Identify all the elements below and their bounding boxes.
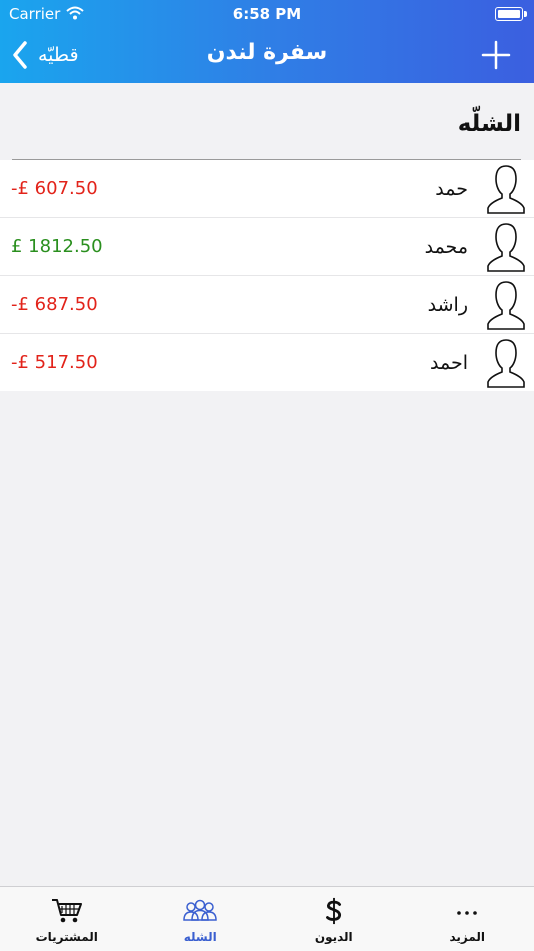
page-title: سفرة لندن <box>0 40 534 65</box>
nav-bar: قطيّه سفرة لندن <box>0 28 534 83</box>
member-row[interactable]: -£ 687.50 راشد <box>0 276 534 334</box>
more-dots-icon <box>455 897 479 925</box>
tab-bar: المشتريات الشله الديون المزيد <box>0 886 534 951</box>
group-icon <box>183 897 217 925</box>
header: Carrier 6:58 PM قطيّه سفرة لندن <box>0 0 534 83</box>
member-name: احمد <box>430 352 468 374</box>
person-icon <box>486 163 526 215</box>
member-row[interactable]: -£ 607.50 حمد <box>0 160 534 218</box>
tab-label: المزيد <box>401 930 534 944</box>
tab-debts[interactable]: الديون <box>267 887 401 951</box>
balance-amount: -£ 687.50 <box>11 294 98 315</box>
clock: 6:58 PM <box>0 5 534 23</box>
cart-icon <box>51 897 83 925</box>
section-title: الشلّه <box>458 111 521 137</box>
tab-purchases[interactable]: المشتريات <box>0 887 134 951</box>
member-name: حمد <box>435 178 468 200</box>
member-name: راشد <box>428 294 468 316</box>
status-bar: Carrier 6:58 PM <box>0 0 534 28</box>
dollar-icon <box>324 897 344 925</box>
add-icon[interactable] <box>480 39 512 71</box>
tab-group[interactable]: الشله <box>134 887 268 951</box>
balance-amount: -£ 607.50 <box>11 178 98 199</box>
tab-label: الشله <box>134 930 268 944</box>
person-icon <box>486 337 526 389</box>
tab-more[interactable]: المزيد <box>401 887 534 951</box>
person-icon <box>486 221 526 273</box>
member-name: محمد <box>425 236 468 258</box>
battery-icon <box>495 7 523 21</box>
section-header: الشلّه <box>0 83 534 159</box>
member-row[interactable]: -£ 517.50 احمد <box>0 334 534 391</box>
person-icon <box>486 279 526 331</box>
tab-label: المشتريات <box>0 930 134 944</box>
tab-label: الديون <box>267 930 401 944</box>
members-list: -£ 607.50 حمد £ 1812.50 محمد -£ 687.50 ر… <box>0 160 534 391</box>
balance-amount: £ 1812.50 <box>11 236 103 257</box>
balance-amount: -£ 517.50 <box>11 352 98 373</box>
member-row[interactable]: £ 1812.50 محمد <box>0 218 534 276</box>
